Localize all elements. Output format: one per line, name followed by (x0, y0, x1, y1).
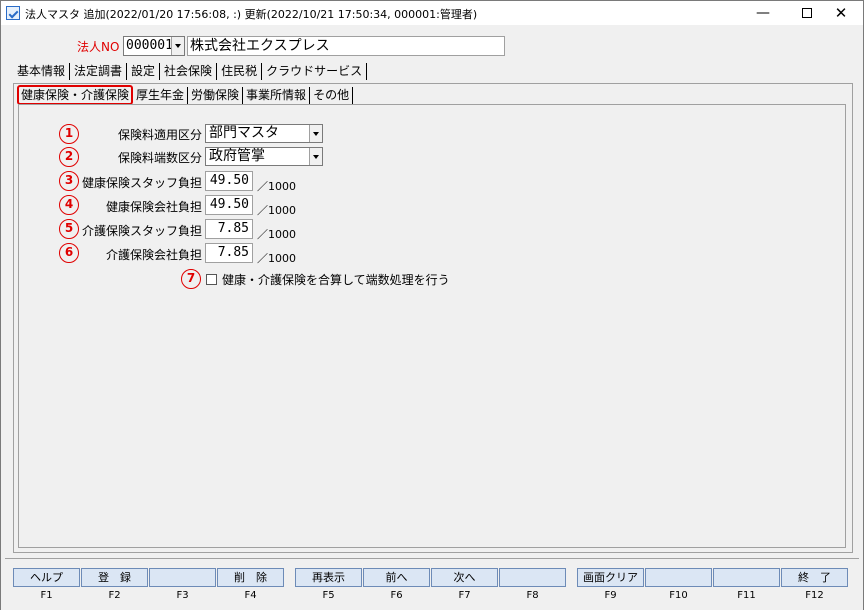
fkey-label: F6 (390, 590, 403, 601)
refresh-button[interactable]: 再表示 (295, 568, 362, 587)
client-area: 法人NO 000001 株式会社エクスプレス 基本情報 法定調書 設定 社会保険… (1, 25, 863, 610)
row-number-badge: 4 (59, 195, 79, 215)
fkey-label: F2 (108, 590, 121, 601)
fkey-label: F1 (40, 590, 53, 601)
tab-basic-info[interactable]: 基本情報 (13, 63, 71, 80)
maximize-icon (802, 8, 812, 18)
tab-health-care-insurance[interactable]: 健康保険・介護保険 (17, 85, 134, 105)
row-number-badge: 2 (59, 147, 79, 167)
f8-button[interactable] (499, 568, 566, 587)
health-company-unit: ／1000 (257, 204, 296, 217)
corp-no-value: 000001 (126, 38, 173, 53)
premium-apply-select[interactable]: 部門マスタ (205, 124, 323, 143)
health-staff-label: 健康保険スタッフ負担 (81, 176, 202, 190)
f10-button[interactable] (645, 568, 712, 587)
tab-legal-report[interactable]: 法定調書 (70, 63, 128, 80)
premium-apply-value: 部門マスタ (209, 125, 279, 141)
tab-other[interactable]: その他 (310, 87, 354, 105)
combine-rounding-checkbox[interactable] (206, 274, 217, 285)
exit-button[interactable]: 終 了 (781, 568, 848, 587)
tab-pension[interactable]: 厚生年金 (133, 87, 189, 105)
fkey-label: F3 (176, 590, 189, 601)
fkey-label: F12 (805, 590, 824, 601)
app-window: 法人マスタ 追加(2022/01/20 17:56:08, :) 更新(2022… (0, 0, 864, 610)
tab-office-info[interactable]: 事業所情報 (243, 87, 311, 105)
row-number-badge: 5 (59, 219, 79, 239)
care-staff-input[interactable]: 7.85 (205, 219, 253, 239)
divider (5, 558, 859, 559)
care-company-input[interactable]: 7.85 (205, 243, 253, 263)
f11-button[interactable] (713, 568, 780, 587)
tab-cloud-service[interactable]: クラウドサービス (262, 63, 368, 80)
minimize-button[interactable]: — (741, 1, 785, 25)
sub-tabs: 健康保険・介護保険 厚生年金 労働保険 事業所情報 その他 (17, 85, 354, 105)
tab-settings[interactable]: 設定 (127, 63, 161, 80)
premium-rounding-select[interactable]: 政府管掌 (205, 147, 323, 166)
tab-resident-tax[interactable]: 住民税 (217, 63, 263, 80)
tab-labor-insurance[interactable]: 労働保険 (188, 87, 244, 105)
premium-rounding-value: 政府管掌 (209, 148, 265, 164)
chevron-down-icon[interactable] (309, 148, 322, 165)
tab-social-insurance[interactable]: 社会保険 (160, 63, 218, 80)
window-title: 法人マスタ 追加(2022/01/20 17:56:08, :) 更新(2022… (25, 8, 478, 21)
premium-rounding-label: 保険料端数区分 (117, 151, 202, 165)
corp-no-label: 法人NO (77, 40, 120, 54)
row-number-badge: 7 (181, 269, 201, 289)
fkey-label: F9 (604, 590, 617, 601)
close-button[interactable]: ✕ (819, 1, 863, 25)
fkey-label: F5 (322, 590, 335, 601)
corp-no-select[interactable]: 000001 (123, 36, 185, 56)
chevron-down-icon[interactable] (171, 37, 184, 55)
row-number-badge: 3 (59, 171, 79, 191)
main-tabs: 基本情報 法定調書 設定 社会保険 住民税 クラウドサービス (13, 63, 368, 80)
care-staff-unit: ／1000 (257, 228, 296, 241)
care-company-label: 介護保険会社負担 (105, 248, 202, 262)
title-bar: 法人マスタ 追加(2022/01/20 17:56:08, :) 更新(2022… (1, 1, 863, 25)
function-key-bar: ヘルプ F1 登 録 F2 F3 削 除 F4 再表示 F5 前へ F6 次へ … (13, 568, 853, 608)
form-area: 1 保険料適用区分 部門マスタ 2 保険料端数区分 政府管掌 3 健康保険スタッ… (18, 104, 846, 548)
combine-rounding-label[interactable]: 健康・介護保険を合算して端数処理を行う (222, 271, 450, 288)
next-button[interactable]: 次へ (431, 568, 498, 587)
prev-button[interactable]: 前へ (363, 568, 430, 587)
fkey-label: F8 (526, 590, 539, 601)
f3-button[interactable] (149, 568, 216, 587)
register-button[interactable]: 登 録 (81, 568, 148, 587)
social-insurance-panel: 健康保険・介護保険 厚生年金 労働保険 事業所情報 その他 1 保険料適用区分 … (13, 83, 853, 553)
clear-screen-button[interactable]: 画面クリア (577, 568, 644, 587)
premium-apply-label: 保険料適用区分 (117, 128, 202, 142)
fkey-label: F7 (458, 590, 471, 601)
app-icon (6, 6, 20, 20)
care-company-unit: ／1000 (257, 252, 296, 265)
health-company-label: 健康保険会社負担 (105, 200, 202, 214)
fkey-label: F4 (244, 590, 257, 601)
health-staff-input[interactable]: 49.50 (205, 171, 253, 191)
row-number-badge: 1 (59, 124, 79, 144)
chevron-down-icon[interactable] (309, 125, 322, 142)
fkey-label: F11 (737, 590, 756, 601)
fkey-label: F10 (669, 590, 688, 601)
health-company-input[interactable]: 49.50 (205, 195, 253, 215)
delete-button[interactable]: 削 除 (217, 568, 284, 587)
row-number-badge: 6 (59, 243, 79, 263)
care-staff-label: 介護保険スタッフ負担 (81, 224, 202, 238)
help-button[interactable]: ヘルプ (13, 568, 80, 587)
health-staff-unit: ／1000 (257, 180, 296, 193)
corp-name-field[interactable]: 株式会社エクスプレス (187, 36, 505, 56)
